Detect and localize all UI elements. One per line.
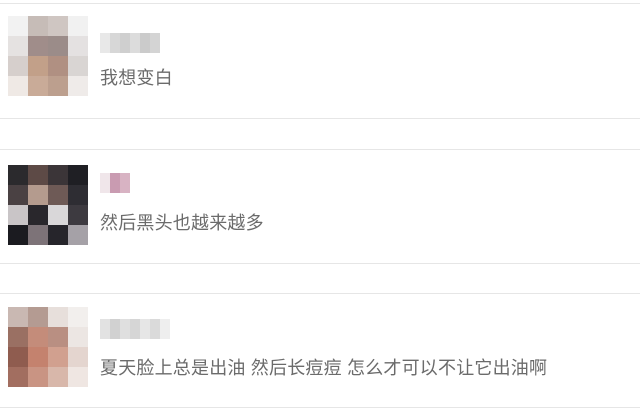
avatar-image bbox=[8, 16, 88, 96]
avatar[interactable] bbox=[8, 307, 88, 387]
comment-item: 夏天脸上总是出油 然后长痘痘 怎么才可以不让它出油啊 bbox=[0, 293, 640, 403]
avatar-image bbox=[8, 165, 88, 245]
comment-text: 然后黑头也越来越多 bbox=[100, 213, 264, 233]
username-blurred[interactable] bbox=[100, 173, 130, 193]
comment-text: 我想变白 bbox=[100, 68, 173, 88]
divider bbox=[0, 118, 640, 119]
username-blurred[interactable] bbox=[100, 33, 160, 53]
comment-list: 我想变白 然后黑头也越来越多 夏天脸上总是出油 然后长痘痘 怎么才可以不让它出油… bbox=[0, 0, 640, 412]
avatar[interactable] bbox=[8, 16, 88, 96]
divider bbox=[0, 263, 640, 264]
username-blurred[interactable] bbox=[100, 319, 170, 339]
divider bbox=[0, 407, 640, 408]
comment-item: 然后黑头也越来越多 bbox=[0, 149, 640, 259]
avatar-image bbox=[8, 307, 88, 387]
comment-text: 夏天脸上总是出油 然后长痘痘 怎么才可以不让它出油啊 bbox=[100, 358, 548, 378]
avatar[interactable] bbox=[8, 165, 88, 245]
comment-item: 我想变白 bbox=[0, 0, 640, 110]
